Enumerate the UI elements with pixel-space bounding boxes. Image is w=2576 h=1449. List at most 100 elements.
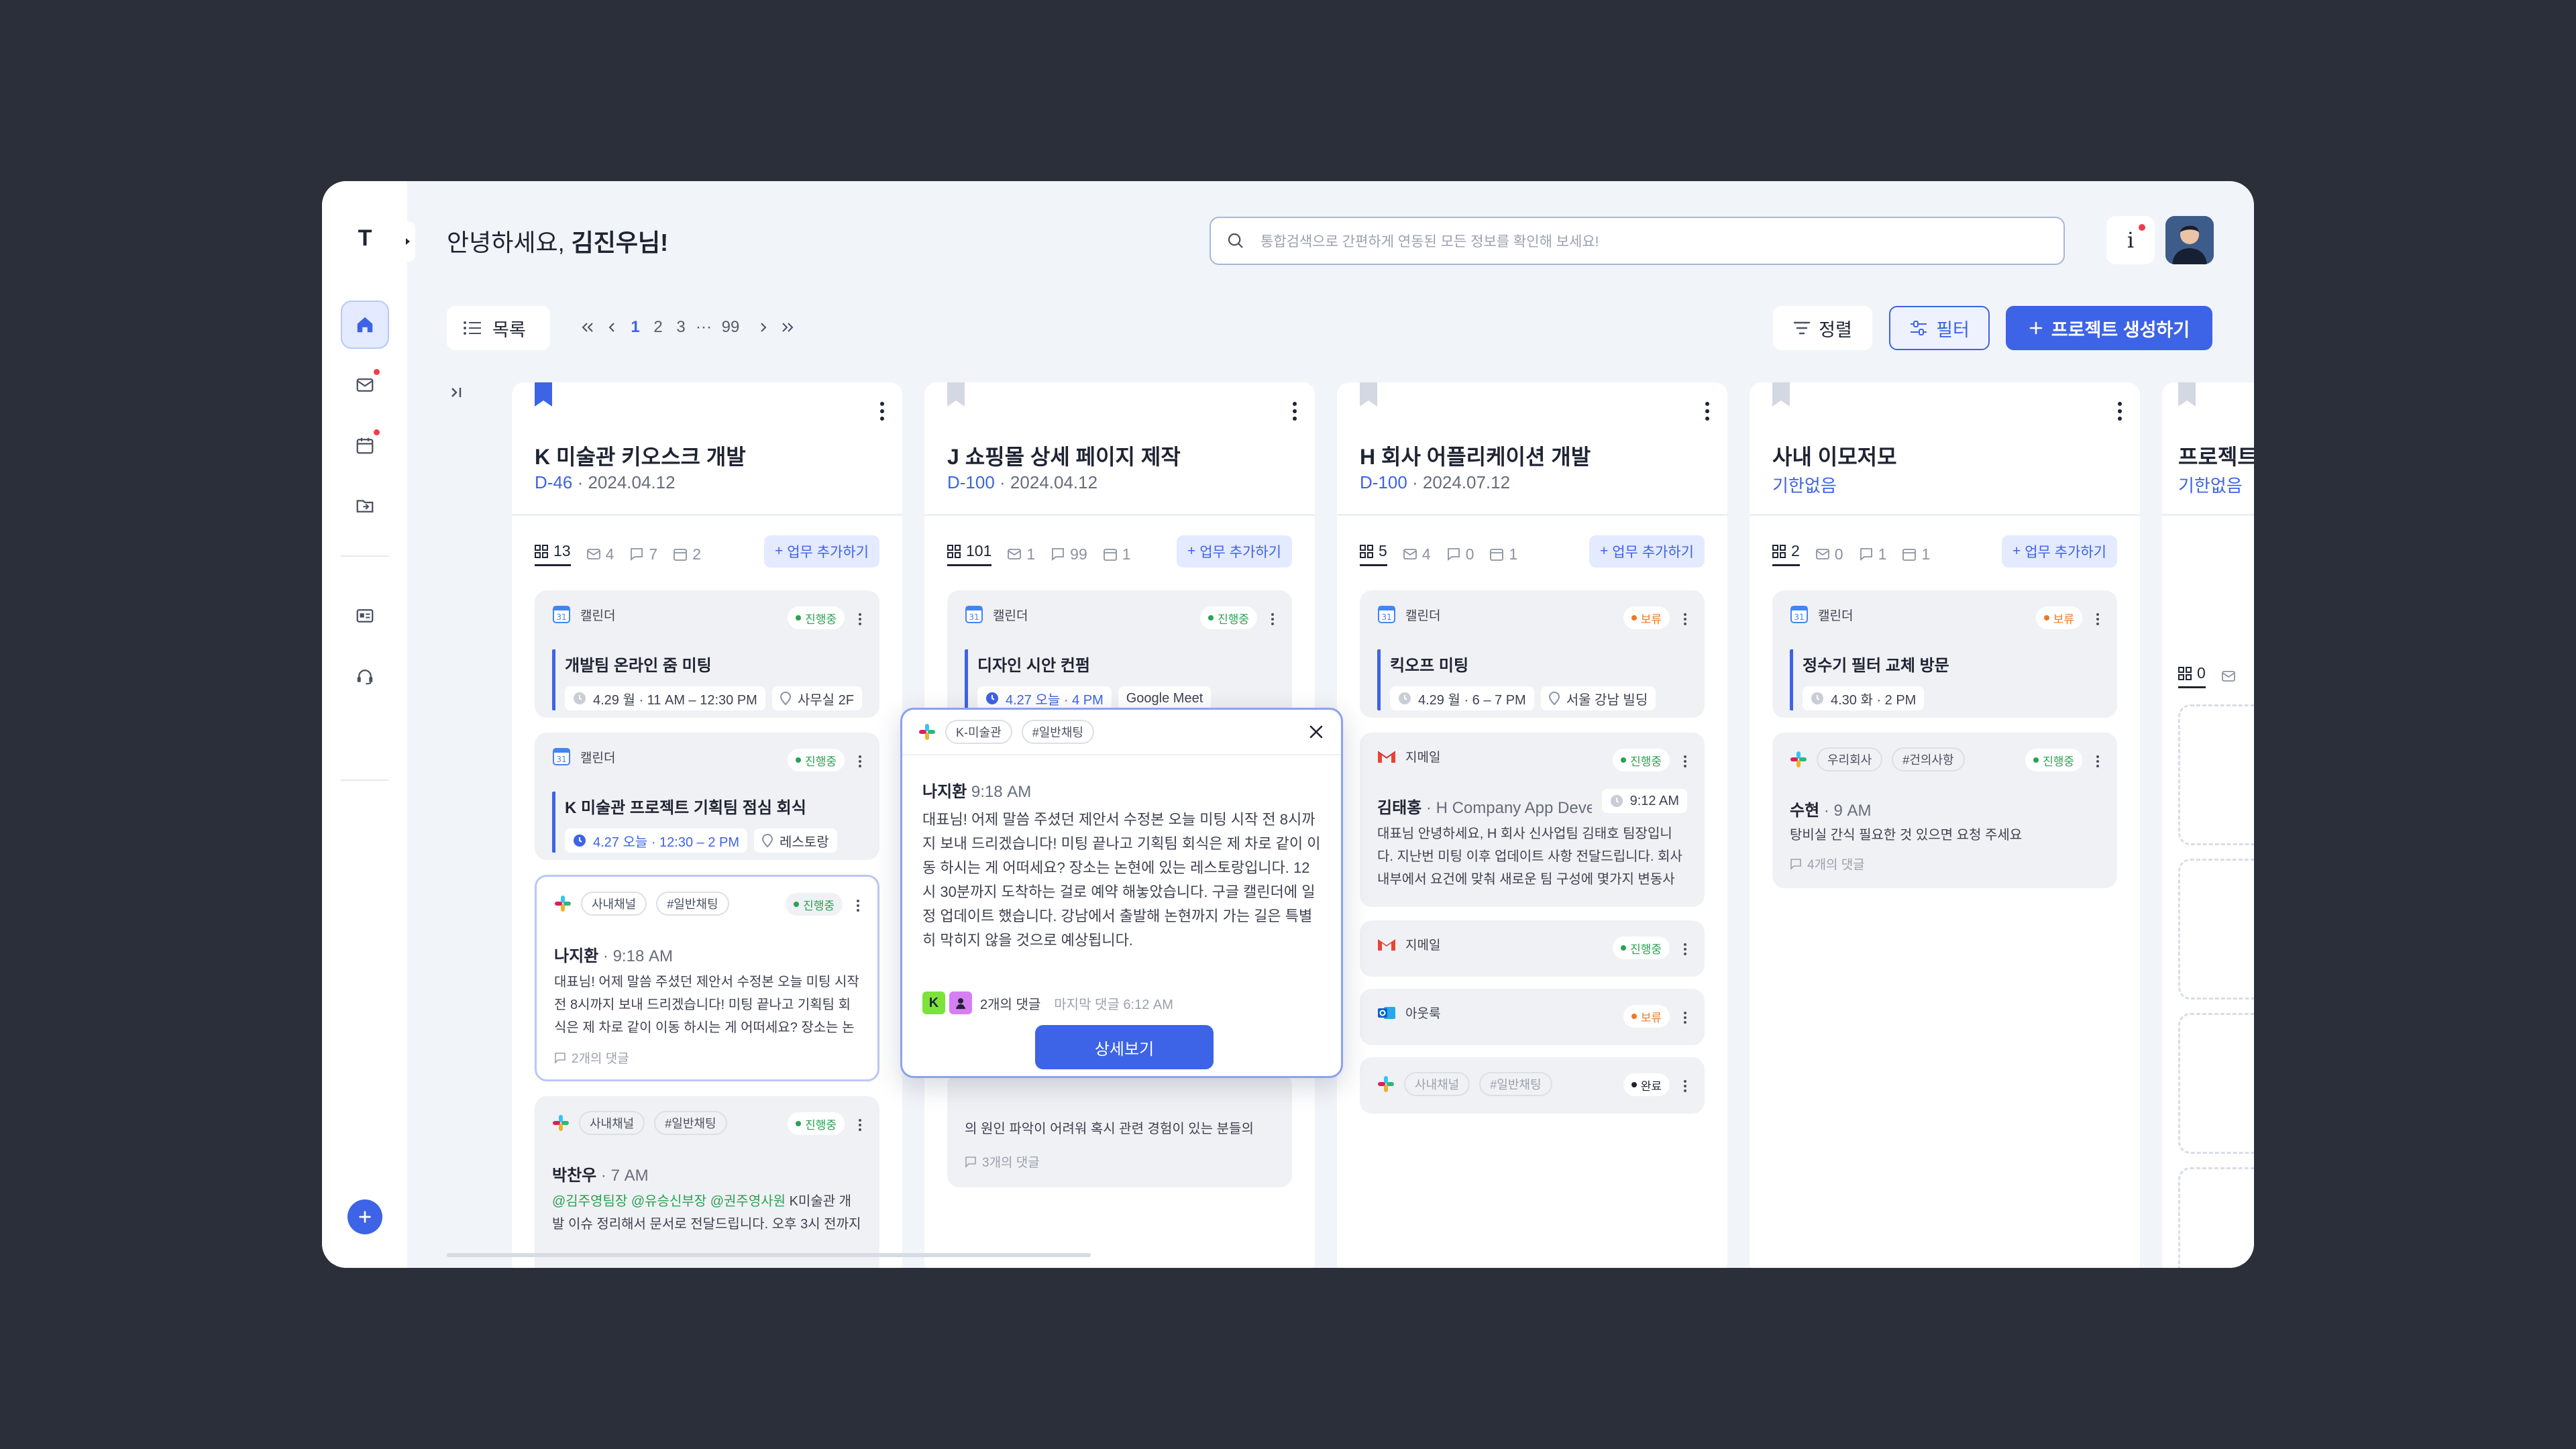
card-more-icon[interactable] <box>1683 1080 1687 1092</box>
card-more-icon[interactable] <box>858 1119 862 1131</box>
tasks-count-tab[interactable]: 13 <box>535 542 571 566</box>
channel-tag[interactable]: 사내채널 <box>1404 1072 1470 1096</box>
chat-tag[interactable]: #일반채팅 <box>1479 1072 1552 1096</box>
mail-count-tab[interactable] <box>2221 670 2235 682</box>
add-button[interactable] <box>347 1199 382 1234</box>
close-icon[interactable] <box>1307 723 1325 741</box>
status-badge[interactable]: 진행중 <box>2025 749 2082 771</box>
card-more-icon[interactable] <box>1683 1012 1687 1024</box>
mail-count-tab[interactable]: 1 <box>1008 545 1035 564</box>
add-task-button[interactable]: + 업무 추가하기 <box>1176 535 1292 568</box>
horizontal-scrollbar[interactable] <box>447 1253 1091 1257</box>
status-badge[interactable]: 진행중 <box>788 606 845 629</box>
project-title[interactable]: 프로젝트 <box>2178 440 2254 471</box>
tasks-count-tab[interactable]: 0 <box>2178 664 2206 688</box>
comment-count[interactable]: 2개의 댓글 <box>980 994 1040 1013</box>
search-input[interactable]: 통합검색으로 간편하게 연동된 모든 정보를 확인해 보세요! <box>1260 231 1599 251</box>
add-task-button[interactable]: + 업무 추가하기 <box>1589 535 1705 568</box>
chat-card[interactable]: 우리회사 #건의사항 진행중 수현 · 9 AM 탕비실 간식 필요한 것 있으면… <box>1772 733 2117 888</box>
chat-card[interactable]: 사내채널 #일반채팅 진행중 박찬우 · 7 AM @김주영팀장 @유승신부장 @… <box>535 1096 879 1268</box>
prev-page-button[interactable] <box>600 315 624 339</box>
channel-tag[interactable]: 사내채널 <box>581 892 647 916</box>
mail-button[interactable] <box>341 361 389 409</box>
home-button[interactable] <box>341 301 389 349</box>
comment-count[interactable]: 4개의 댓글 <box>1790 855 1865 873</box>
comment-count[interactable]: 2개의 댓글 <box>554 1049 629 1067</box>
comment-count[interactable]: 3개의 댓글 <box>965 1152 1040 1171</box>
view-detail-button[interactable]: 상세보기 <box>1035 1025 1214 1069</box>
global-search-bar[interactable]: 통합검색으로 간편하게 연동된 모든 정보를 확인해 보세요! <box>1210 217 2065 265</box>
project-title[interactable]: H 회사 어플리케이션 개발 <box>1360 440 1591 471</box>
mail-card[interactable]: 아웃룩 보류 <box>1360 989 1705 1045</box>
first-page-button[interactable] <box>576 315 600 339</box>
project-title[interactable]: K 미술관 키오스크 개발 <box>535 440 746 471</box>
mail-count-tab[interactable]: 4 <box>1403 545 1431 564</box>
calendar-button[interactable] <box>341 421 389 470</box>
card-more-icon[interactable] <box>856 900 860 912</box>
calendar-count-tab[interactable]: 2 <box>674 545 701 564</box>
calendar-count-tab[interactable]: 1 <box>1902 545 1930 564</box>
chat-card[interactable]: 사내채널 #일반채팅 완료 <box>1360 1057 1705 1114</box>
create-project-button[interactable]: 프로젝트 생성하기 <box>2006 306 2212 350</box>
card-more-icon[interactable] <box>2096 613 2100 625</box>
bookmark-icon[interactable] <box>2178 382 2196 407</box>
status-badge[interactable]: 보류 <box>1623 606 1670 629</box>
channel-tag[interactable]: K-미술관 <box>945 720 1012 744</box>
calendar-card[interactable]: 31 캘린더 보류 정수기 필터 교체 방문 4.30 화 · 2 PM <box>1772 590 2117 718</box>
card-more-icon[interactable] <box>1683 755 1687 767</box>
status-badge[interactable]: 보류 <box>2035 606 2082 629</box>
sidebar-expand-toggle[interactable] <box>400 221 415 262</box>
chat-card[interactable]: 사내채널 #일반채팅 진행중 나지환 · 9:18 AM 대표님! 어제 말씀 주… <box>535 875 879 1081</box>
tasks-count-tab[interactable]: 2 <box>1772 542 1800 566</box>
chat-count-tab[interactable]: 7 <box>630 545 657 564</box>
support-button[interactable] <box>341 652 389 700</box>
bookmark-icon[interactable] <box>535 382 552 407</box>
card-more-icon[interactable] <box>1683 943 1687 955</box>
status-badge[interactable]: 진행중 <box>788 749 845 771</box>
last-page-button[interactable] <box>775 315 800 339</box>
chat-tag[interactable]: #일반채팅 <box>656 892 729 916</box>
calendar-card[interactable]: 31 캘린더 진행중 디자인 시안 컨펌 4.27 오늘 · 4 PM Google… <box>947 590 1292 718</box>
chat-tag[interactable]: #건의사항 <box>1892 747 1965 771</box>
bookmark-icon[interactable] <box>947 382 965 407</box>
card-more-icon[interactable] <box>858 613 862 625</box>
project-title[interactable]: J 쇼핑몰 상세 페이지 제작 <box>947 440 1181 471</box>
message-mentions[interactable]: @김주영팀장 @유승신부장 @권주영사원 <box>552 1194 786 1209</box>
chat-card[interactable]: 의 원인 파악이 어려워 혹시 관련 경험이 있는 분들의 도… 3개의 댓글 <box>947 1073 1292 1187</box>
chat-tag[interactable]: #일반채팅 <box>1021 720 1094 744</box>
user-avatar[interactable] <box>2165 216 2214 264</box>
status-badge[interactable]: 진행중 <box>1613 749 1670 771</box>
mail-card[interactable]: 지메일 진행중 김태홍 · H Company App Devel… 9:12 … <box>1360 733 1705 907</box>
status-badge[interactable]: 보류 <box>1623 1005 1670 1028</box>
status-badge[interactable]: 완료 <box>1623 1073 1670 1096</box>
status-badge[interactable]: 진행중 <box>788 1112 845 1135</box>
collapse-panel-button[interactable] <box>447 382 467 402</box>
more-icon[interactable] <box>1292 401 1297 421</box>
project-title[interactable]: 사내 이모저모 <box>1772 440 1897 471</box>
mail-count-tab[interactable]: 0 <box>1815 545 1843 564</box>
card-more-icon[interactable] <box>2096 755 2100 767</box>
calendar-card[interactable]: 31 캘린더 보류 킥오프 미팅 4.29 월 · 6 – 7 PM 서울 강남 빌… <box>1360 590 1705 718</box>
status-badge[interactable]: 진행중 <box>1200 606 1257 629</box>
page-99[interactable]: 99 <box>715 315 746 339</box>
tasks-count-tab[interactable]: 5 <box>1360 542 1387 566</box>
chat-count-tab[interactable]: 99 <box>1051 545 1087 564</box>
page-1[interactable]: 1 <box>624 315 647 339</box>
folder-button[interactable] <box>341 482 389 530</box>
card-more-icon[interactable] <box>1271 613 1275 625</box>
page-3[interactable]: 3 <box>669 315 692 339</box>
info-button[interactable]: i <box>2106 216 2155 264</box>
next-page-button[interactable] <box>751 315 775 339</box>
calendar-card[interactable]: 31 캘린더 진행중 K 미술관 프로젝트 기획팀 점심 회식 4.27 오늘 ·… <box>535 733 879 860</box>
more-icon[interactable] <box>2117 401 2123 421</box>
add-task-button[interactable]: + 업무 추가하기 <box>763 535 879 568</box>
channel-tag[interactable]: 사내채널 <box>579 1111 645 1135</box>
card-more-icon[interactable] <box>858 755 862 767</box>
channel-tag[interactable]: 우리회사 <box>1817 747 1883 771</box>
add-task-button[interactable]: + 업무 추가하기 <box>2001 535 2117 568</box>
bookmark-icon[interactable] <box>1772 382 1790 407</box>
calendar-count-tab[interactable]: 1 <box>1103 545 1131 564</box>
tasks-count-tab[interactable]: 101 <box>947 542 992 566</box>
status-badge[interactable]: 진행중 <box>786 893 843 916</box>
sort-button[interactable]: 정렬 <box>1773 306 1872 350</box>
